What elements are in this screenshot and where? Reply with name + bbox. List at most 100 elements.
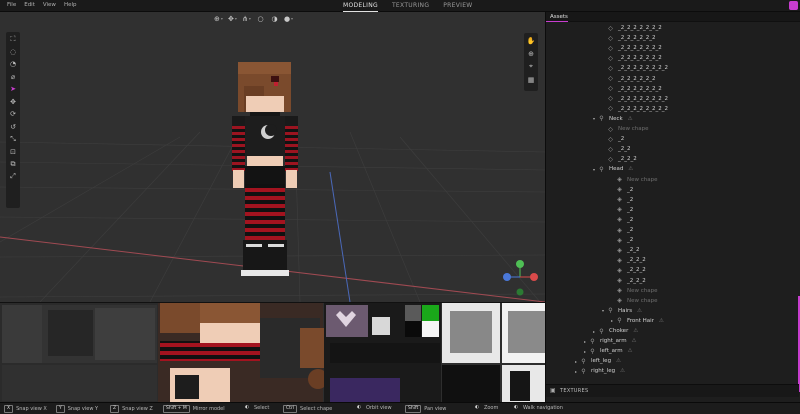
tree-item[interactable]: ▾ ⚲ Neck ⚠ <box>546 114 800 124</box>
lit-shading-icon[interactable]: ● <box>283 14 294 23</box>
tree-item[interactable]: ◈ _2 <box>546 185 800 195</box>
scale-icon[interactable]: ⤡ <box>8 133 19 146</box>
tree-item[interactable]: ◈ _2 <box>546 205 800 215</box>
tree-item-label: Choker <box>609 328 629 334</box>
visibility-toggle-icon[interactable]: ⚠ <box>637 308 642 314</box>
tab-modeling[interactable]: MODELING <box>343 2 378 12</box>
3d-viewport[interactable]: ⊕ ✥ ⋔ ○ ◑ ● ⛶ ◌ ◔ ⌀ ➤ ✥ ⟳ ↺ ⤡ ⊡ ⧉ ⤢ ✋ ⊕ … <box>0 12 545 302</box>
tab-preview[interactable]: PREVIEW <box>443 2 472 12</box>
tree-item-label: right_arm <box>600 338 627 345</box>
tree-item[interactable]: ◈ _2 <box>546 225 800 235</box>
mouse-icon: ◐ <box>245 405 249 410</box>
tree-item[interactable]: ◈ _2 <box>546 195 800 205</box>
tree-item-label: _2 <box>627 196 634 203</box>
textured-shading-icon[interactable]: ◑ <box>269 14 280 23</box>
menu-file[interactable]: File <box>7 2 16 8</box>
tree-item[interactable]: ◈ _2_2_2 <box>546 255 800 265</box>
shortcut-label: Snap view Y <box>67 406 99 412</box>
assets-tab[interactable]: Assets <box>550 14 568 20</box>
tree-item[interactable]: ◇ _2_2_2_2_2_2_2 <box>546 53 800 63</box>
frame-icon[interactable]: ⌖ <box>526 61 537 72</box>
menu-view[interactable]: View <box>43 2 56 8</box>
zoom-icon[interactable]: ⊕ <box>526 48 537 59</box>
textures-section[interactable]: ▣ TEXTURES <box>546 384 799 397</box>
mode-tabs: MODELING TEXTURING PREVIEW <box>343 2 473 12</box>
visibility-toggle-icon[interactable]: ⚠ <box>628 166 633 172</box>
shortcut-label: Walk navigation <box>522 405 563 411</box>
tree-item-label: _2 <box>627 237 634 244</box>
shortcut-hint: ◐ Orbit view <box>355 405 392 411</box>
tree-item[interactable]: ◇ _2_2_2_2_2_2_2_2 <box>546 104 800 114</box>
brush-select-icon[interactable]: ◔ <box>8 58 19 71</box>
tree-item[interactable]: ▸ ⚲ right_arm ⚠ <box>546 336 800 346</box>
tree-item[interactable]: ◇ _2 <box>546 134 800 144</box>
bone-icon: ⚲ <box>581 367 586 375</box>
diamond-icon: ◇ <box>608 125 613 133</box>
shortcut-hint: Ctrl Select chape <box>283 405 332 413</box>
visibility-toggle-icon[interactable]: ⚠ <box>620 368 625 374</box>
tree-item[interactable]: ◇ _2_2_2_2_2_2_2 <box>546 23 800 33</box>
diamond-icon: ◇ <box>608 44 613 52</box>
texture-atlas-strip[interactable] <box>0 302 545 402</box>
tree-item[interactable]: ▸ ⚲ Front Hair ⚠ <box>546 316 800 326</box>
duplicate-icon[interactable]: ⧉ <box>8 158 19 171</box>
view-toolbar: ✋ ⊕ ⌖ ▦ <box>524 33 538 91</box>
tree-item[interactable]: ◇ _2_2_2_2_2_2 <box>546 74 800 84</box>
tree-item-label: _2 <box>627 206 634 213</box>
tree-item[interactable]: ▸ ⚲ right_leg ⚠ <box>546 366 800 376</box>
tree-item[interactable]: ◈ New chape <box>546 175 800 185</box>
shortcut-hint: Shift Pan view <box>405 405 446 413</box>
lasso-select-icon[interactable]: ◌ <box>8 46 19 59</box>
assets-header: Assets <box>546 12 800 22</box>
tree-item[interactable]: ◇ _2_2_2 <box>546 154 800 164</box>
tree-item[interactable]: ◇ _2_2_2_2_2_2_2_2 <box>546 94 800 104</box>
tree-item[interactable]: ▸ ⚲ left_leg ⚠ <box>546 356 800 366</box>
tree-item[interactable]: ◇ _2_2_2_2_2_2_2_2 <box>546 63 800 73</box>
visibility-toggle-icon[interactable]: ⚠ <box>659 318 664 324</box>
solid-shading-icon[interactable]: ○ <box>255 14 266 23</box>
pivot-mode-icon[interactable]: ⊕ <box>213 14 224 23</box>
snap-icon[interactable]: ⋔ <box>241 14 252 23</box>
tree-item[interactable]: ◇ _2_2_2_2_2_2 <box>546 33 800 43</box>
cursor-icon[interactable]: ➤ <box>8 83 19 96</box>
z-axis-line <box>329 171 351 302</box>
tree-item[interactable]: ◈ New chape <box>546 286 800 296</box>
tree-item[interactable]: ◈ _2 <box>546 235 800 245</box>
visibility-toggle-icon[interactable]: ⚠ <box>628 348 633 354</box>
tree-item[interactable]: ◈ _2_2 <box>546 245 800 255</box>
tree-item[interactable]: ▸ ⚲ Choker ⚠ <box>546 326 800 336</box>
undo-icon[interactable]: ↺ <box>8 121 19 134</box>
tree-item[interactable]: ▸ ⚲ left_arm ⚠ <box>546 346 800 356</box>
box-select-icon[interactable]: ⛶ <box>8 33 19 46</box>
tree-item[interactable]: ◈ _2_2_2 <box>546 276 800 286</box>
visibility-toggle-icon[interactable]: ⚠ <box>628 116 633 122</box>
tree-item[interactable]: ◈ _2 <box>546 215 800 225</box>
visibility-toggle-icon[interactable]: ⚠ <box>632 338 637 344</box>
move-icon[interactable]: ✥ <box>8 96 19 109</box>
tree-item[interactable]: ▾ ⚲ Hairs ⚠ <box>546 306 800 316</box>
tree-item[interactable]: ◇ New chape <box>546 124 800 134</box>
menu-edit[interactable]: Edit <box>24 2 35 8</box>
tree-item[interactable]: ▾ ⚲ Head ⚠ <box>546 164 800 174</box>
tab-texturing[interactable]: TEXTURING <box>392 2 429 12</box>
tree-item-label: left_leg <box>591 358 612 365</box>
tree-item[interactable]: ◇ _2_2_2_2_2_2_2 <box>546 84 800 94</box>
shortcut-hint: Shift + M Mirror model <box>163 405 225 413</box>
tree-item[interactable]: ◈ _2_2_2 <box>546 265 800 275</box>
menu-help[interactable]: Help <box>64 2 77 8</box>
tree-item[interactable]: ◇ _2_2_2_2_2_2_2 <box>546 43 800 53</box>
visibility-toggle-icon[interactable]: ⚠ <box>633 328 638 334</box>
tree-item-label: Front Hair <box>627 317 654 324</box>
extrude-icon[interactable]: ⊡ <box>8 146 19 159</box>
hand-icon[interactable]: ✋ <box>526 35 537 46</box>
tree-item[interactable]: ◇ _2_2 <box>546 144 800 154</box>
paint-select-icon[interactable]: ⌀ <box>8 71 19 84</box>
tree-item-label: Neck <box>609 115 623 122</box>
mirror-icon[interactable]: ⤢ <box>8 171 19 184</box>
visibility-toggle-icon[interactable]: ⚠ <box>616 358 621 364</box>
rotate-icon[interactable]: ⟳ <box>8 108 19 121</box>
grid-icon[interactable]: ▦ <box>526 74 537 85</box>
tree-item[interactable]: ◈ New chape <box>546 296 800 306</box>
transform-space-icon[interactable]: ✥ <box>227 14 238 23</box>
tree-item-label: left_arm <box>600 348 623 355</box>
